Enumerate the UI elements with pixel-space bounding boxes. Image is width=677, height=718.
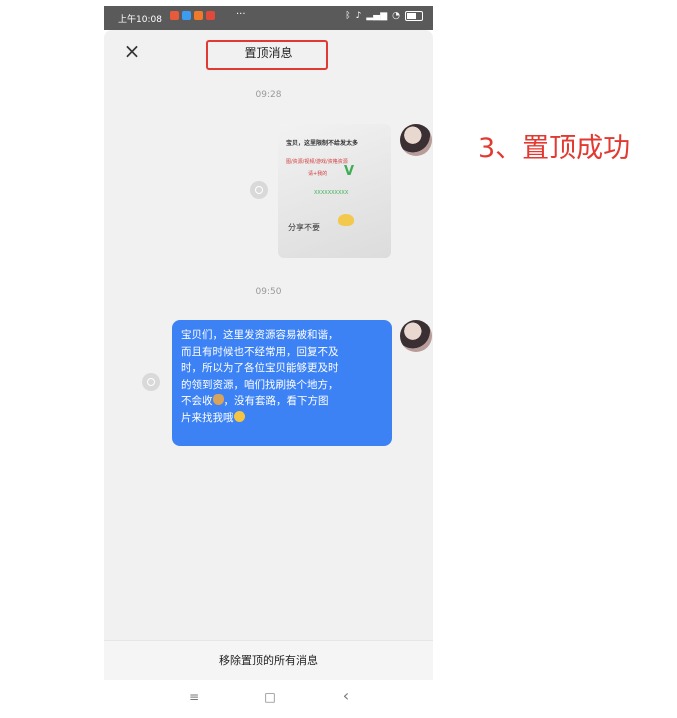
smile-emoji-icon [233, 410, 245, 422]
notification-icons [170, 11, 215, 20]
message-line: 的领到资源，咱们找刷换个地方， [181, 378, 339, 391]
money-bag-emoji-icon [212, 394, 224, 405]
avatar[interactable] [400, 320, 432, 352]
image-text: 宝贝，这里限制不给发太多 [286, 140, 359, 147]
image-text: 图/资源/视频/游戏/资格资源 [286, 159, 348, 165]
title-highlight-box [206, 40, 328, 70]
image-message[interactable]: 宝贝，这里限制不给发太多 图/资源/视频/游戏/资格资源 请+我的 V XXXX… [278, 124, 391, 258]
phone-screen: 上午10:08 ··· ᛒ ♪ ▂▄▆ ◔ × 置顶消息 09:28 宝贝，这里… [104, 6, 433, 718]
message-timestamp: 09:50 [255, 287, 282, 297]
app-notification-icon [170, 11, 179, 20]
signal-icon: ▂▄▆ [366, 11, 388, 21]
message-line: 片来找我哦 [181, 410, 383, 427]
avatar[interactable] [400, 124, 432, 156]
annotation-label: 3、置顶成功 [478, 133, 631, 164]
unpin-icon[interactable] [142, 373, 160, 391]
message-line: 不会收 ，没有套路，看下方图 [181, 393, 383, 410]
image-text: 请+我的 [308, 171, 328, 177]
message-timestamp: 09:28 [255, 90, 282, 100]
message-text: 片来找我哦 [181, 411, 234, 424]
app-notification-icon [194, 11, 203, 20]
image-text: XXXXXXXXXX [314, 190, 349, 196]
message-text: ，没有套路，看下方图 [223, 395, 329, 407]
duck-sticker-icon [338, 214, 354, 226]
bluetooth-icon: ᛒ [345, 11, 351, 21]
wifi-icon: ◔ [392, 11, 400, 21]
back-icon[interactable]: ‹ [336, 686, 356, 705]
more-notifications-icon: ··· [236, 9, 246, 20]
vibrate-icon: ♪ [355, 11, 362, 21]
menu-icon[interactable]: ≡ [184, 690, 204, 708]
app-notification-icon [182, 11, 191, 20]
message-line: 时，所以为了各位宝贝能够更及时 [181, 362, 339, 374]
message-text: 不会收 [181, 395, 213, 407]
navigation-bar: ≡ □ ‹ [104, 680, 433, 718]
status-bar: 上午10:08 ··· ᛒ ♪ ▂▄▆ ◔ [104, 6, 433, 30]
system-icons: ᛒ ♪ ▂▄▆ ◔ [345, 11, 423, 21]
message-line: 宝贝们，这里发资源容易被和谐， [181, 329, 339, 341]
text-message-bubble[interactable]: 宝贝们，这里发资源容易被和谐， 而且有时候也不经常用，回复不及 时，所以为了各位… [172, 320, 392, 446]
unpin-icon[interactable] [250, 181, 268, 199]
message-line: 而且有时候也不经常用，回复不及 [181, 345, 339, 358]
remove-all-pinned-button[interactable]: 移除置顶的所有消息 [104, 640, 433, 681]
status-time: 上午10:08 [118, 15, 162, 25]
battery-icon [405, 11, 423, 21]
image-caption: 分享不要 [288, 223, 320, 232]
home-icon[interactable]: □ [260, 690, 280, 708]
pinned-messages-panel: × 置顶消息 09:28 宝贝，这里限制不给发太多 图/资源/视频/游戏/资格资… [104, 30, 433, 640]
image-v-mark: V [344, 164, 355, 179]
app-notification-icon [206, 11, 215, 20]
